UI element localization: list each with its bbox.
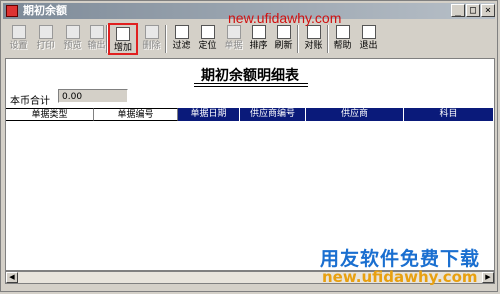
close-button[interactable]: × — [481, 4, 495, 17]
print-icon — [38, 25, 53, 39]
exit-button[interactable]: 退出 — [355, 23, 382, 55]
delete-icon — [144, 25, 159, 39]
watermark-cn: 用友软件免费下载 — [320, 248, 481, 270]
settings-button[interactable]: 设置 — [5, 23, 32, 55]
locate-button[interactable]: 定位 — [194, 23, 221, 55]
add-button[interactable]: 增加 — [108, 23, 138, 55]
watermark-top: new.ufidawhy.com — [228, 10, 342, 26]
toolbar-separator — [297, 25, 299, 53]
report-title: 期初余额明细表 — [201, 68, 299, 84]
sort-icon — [251, 25, 266, 39]
locate-label: 定位 — [198, 41, 217, 51]
total-field: 0.00 — [58, 89, 128, 103]
watermark-url: new.ufidawhy.com — [322, 268, 478, 286]
settings-label: 设置 — [9, 41, 28, 51]
column-header[interactable]: 单据类型 — [6, 108, 94, 121]
help-icon — [335, 25, 350, 39]
print-label: 打印 — [36, 41, 55, 51]
exit-label: 退出 — [359, 41, 378, 51]
preview-icon — [65, 25, 80, 39]
document-button[interactable]: 单据 — [220, 23, 247, 55]
preview-label: 预览 — [63, 41, 82, 51]
toolbar: 设置 打印 预览 输出 增加 删除 过滤 定位 单据 排序 刷新 对账 帮助 退… — [3, 21, 497, 57]
column-header[interactable]: 单据编号 — [94, 108, 178, 121]
reconcile-button[interactable]: 对账 — [300, 23, 327, 55]
document-label: 单据 — [224, 41, 243, 51]
print-button[interactable]: 打印 — [32, 23, 59, 55]
delete-label: 删除 — [142, 41, 161, 51]
help-button[interactable]: 帮助 — [329, 23, 356, 55]
column-header[interactable]: 科目 — [404, 108, 494, 121]
sort-label: 排序 — [249, 41, 268, 51]
column-header[interactable]: 供应商 — [306, 108, 404, 121]
filter-label: 过滤 — [172, 41, 191, 51]
title-underline — [194, 83, 308, 87]
add-label: 增加 — [113, 43, 132, 53]
total-label: 本币合计 — [10, 96, 50, 107]
settings-icon — [11, 25, 26, 39]
add-icon — [116, 27, 130, 41]
reconcile-label: 对账 — [304, 41, 323, 51]
refresh-button[interactable]: 刷新 — [270, 23, 297, 55]
toolbar-separator — [165, 25, 167, 53]
help-label: 帮助 — [333, 41, 352, 51]
grid-header: 单据类型 单据编号 单据日期 供应商编号 供应商 科目 — [6, 108, 494, 121]
scroll-right-icon[interactable]: ▶ — [482, 272, 494, 283]
filter-button[interactable]: 过滤 — [168, 23, 195, 55]
app-icon — [6, 5, 18, 17]
delete-button[interactable]: 删除 — [138, 23, 165, 55]
column-header[interactable]: 供应商编号 — [240, 108, 306, 121]
scroll-left-icon[interactable]: ◀ — [6, 272, 18, 283]
locate-icon — [200, 25, 215, 39]
filter-icon — [174, 25, 189, 39]
document-icon — [226, 25, 241, 39]
reconcile-icon — [306, 25, 321, 39]
preview-button[interactable]: 预览 — [59, 23, 86, 55]
refresh-icon — [276, 25, 291, 39]
maximize-button[interactable]: □ — [466, 4, 480, 17]
report-panel: 期初余额明细表 本币合计 0.00 单据类型 单据编号 单据日期 供应商编号 供… — [5, 58, 495, 271]
window-title: 期初余额 — [23, 4, 67, 17]
refresh-label: 刷新 — [274, 41, 293, 51]
sort-button[interactable]: 排序 — [245, 23, 272, 55]
minimize-button[interactable]: _ — [451, 4, 465, 17]
exit-icon — [361, 25, 376, 39]
column-header[interactable]: 单据日期 — [178, 108, 240, 121]
export-icon — [89, 25, 104, 39]
